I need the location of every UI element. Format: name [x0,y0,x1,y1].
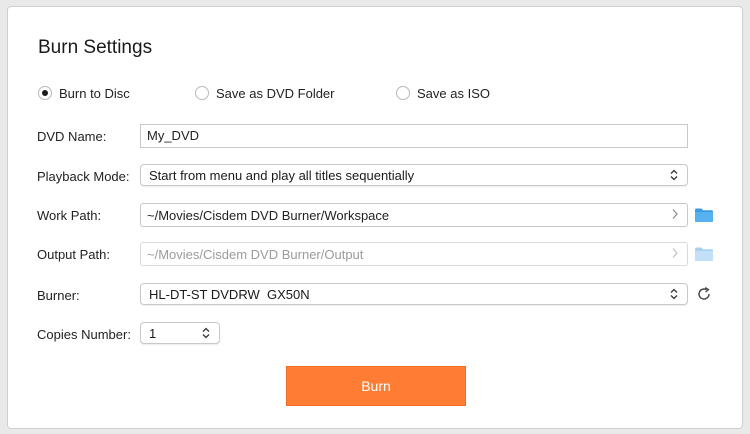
work-path-label: Work Path: [37,208,102,223]
folder-icon [694,246,714,262]
radio-indicator [396,86,410,100]
burn-settings-dialog: Burn Settings Burn to Disc Save as DVD F… [7,6,743,429]
work-path-value: ~/Movies/Cisdem DVD Burner/Workspace [147,207,390,223]
chevron-right-icon [669,246,681,262]
playback-mode-label: Playback Mode: [37,169,130,184]
radio-label: Save as DVD Folder [216,85,335,101]
folder-icon[interactable] [694,207,714,223]
copies-number-label: Copies Number: [37,327,131,342]
burner-label: Burner: [37,288,80,303]
copies-number-value: 1 [149,325,157,341]
burner-value: HL-DT-ST DVDRW GX50N [149,286,310,302]
burner-select[interactable]: HL-DT-ST DVDRW GX50N [140,283,688,305]
radio-burn-to-disc[interactable]: Burn to Disc [38,85,130,101]
playback-mode-value: Start from menu and play all titles sequ… [149,167,415,183]
up-down-arrows-icon [669,287,679,301]
playback-mode-select[interactable]: Start from menu and play all titles sequ… [140,164,688,186]
up-down-arrows-icon [201,326,211,340]
burn-button[interactable]: Burn [286,366,466,406]
up-down-arrows-icon [669,168,679,182]
dvd-name-label: DVD Name: [37,129,107,144]
radio-label: Save as ISO [417,85,490,101]
chevron-right-icon [669,207,681,223]
copies-number-stepper[interactable]: 1 [140,322,220,344]
radio-save-as-dvd-folder[interactable]: Save as DVD Folder [195,85,335,101]
output-path-value: ~/Movies/Cisdem DVD Burner/Output [147,246,364,262]
work-path-field[interactable]: ~/Movies/Cisdem DVD Burner/Workspace [140,203,688,227]
dvd-name-input[interactable]: My_DVD [140,124,688,148]
radio-save-as-iso[interactable]: Save as ISO [396,85,490,101]
radio-label: Burn to Disc [59,85,130,101]
output-path-label: Output Path: [37,247,110,262]
radio-indicator [195,86,209,100]
dialog-title: Burn Settings [38,37,153,58]
output-path-field: ~/Movies/Cisdem DVD Burner/Output [140,242,688,266]
refresh-icon[interactable] [696,286,712,302]
radio-selected-indicator [38,86,52,100]
